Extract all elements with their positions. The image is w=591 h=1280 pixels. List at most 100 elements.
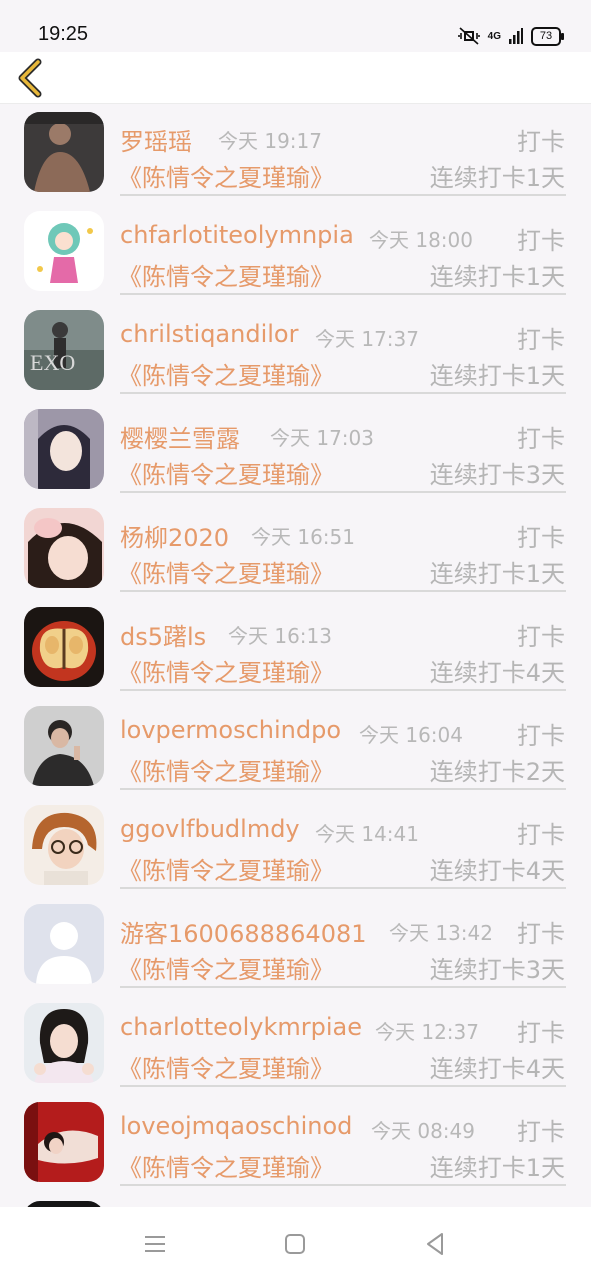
book-title[interactable]: 《陈情令之夏瑾瑜》 (118, 1148, 334, 1183)
book-title[interactable]: 《陈情令之夏瑾瑜》 (118, 455, 334, 490)
book-title[interactable]: 《陈情令之夏瑾瑜》 (118, 851, 334, 886)
list-item[interactable]: charlotteolykmrpiae 今天 12:37 打卡 《陈情令之夏瑾瑜… (0, 995, 591, 1094)
svg-text:EXO: EXO (30, 350, 75, 375)
streak-count: 连续打卡2天 (429, 758, 565, 786)
book-title[interactable]: 《陈情令之夏瑾瑜》 (118, 356, 334, 391)
streak-count: 连续打卡1天 (429, 263, 565, 291)
avatar[interactable] (24, 508, 104, 588)
streak-count: 连续打卡4天 (429, 659, 565, 687)
home-icon[interactable] (280, 1229, 310, 1259)
streak-count: 连续打卡1天 (429, 560, 565, 588)
checkin-time: 今天 08:49 (371, 1119, 475, 1143)
checkin-tag: 打卡 (517, 326, 565, 354)
avatar[interactable]: EXO (24, 310, 104, 390)
checkin-tag: 打卡 (517, 1019, 565, 1047)
user-name[interactable]: 罗瑶瑶 (120, 122, 192, 157)
status-time: 19:25 (38, 23, 89, 45)
list-item[interactable]: lovpermoschindpo 今天 16:04 打卡 《陈情令之夏瑾瑜》 连… (0, 698, 591, 797)
list-item[interactable]: chfarlotiteolymnpia 今天 18:00 打卡 《陈情令之夏瑾瑜… (0, 203, 591, 302)
avatar[interactable] (24, 211, 104, 291)
user-name[interactable]: chfarlotiteolymnpia (120, 221, 354, 249)
divider (120, 293, 566, 295)
checkin-time: 今天 14:41 (315, 822, 419, 846)
avatar[interactable] (24, 904, 104, 984)
book-title[interactable]: 《陈情令之夏瑾瑜》 (118, 752, 334, 787)
checkin-time: 今天 12:37 (375, 1020, 479, 1044)
checkin-tag: 打卡 (517, 920, 565, 948)
list-item[interactable]: ggovlfbudlmdy 今天 14:41 打卡 《陈情令之夏瑾瑜》 连续打卡… (0, 797, 591, 896)
list-item[interactable]: ds5躇ls 今天 16:13 打卡 《陈情令之夏瑾瑜》 连续打卡4天 (0, 599, 591, 698)
book-title[interactable]: 《陈情令之夏瑾瑜》 (118, 554, 334, 589)
list-item[interactable]: loveojmqaoschinod 今天 08:49 打卡 《陈情令之夏瑾瑜》 … (0, 1094, 591, 1193)
checkin-time: 今天 16:51 (251, 525, 355, 549)
streak-count: 连续打卡1天 (429, 362, 565, 390)
divider (120, 392, 566, 394)
checkin-tag: 打卡 (517, 524, 565, 552)
checkin-list[interactable]: 罗瑶瑶 今天 19:17 打卡 《陈情令之夏瑾瑜》 连续打卡1天 chfarlo… (0, 104, 591, 1207)
book-title[interactable]: 《陈情令之夏瑾瑜》 (118, 257, 334, 292)
user-name[interactable]: charlotteolykmrpiae (120, 1013, 362, 1041)
streak-count: 连续打卡1天 (429, 164, 565, 192)
divider (120, 1184, 566, 1186)
divider (120, 788, 566, 790)
checkin-time: 今天 16:04 (359, 723, 463, 747)
list-item[interactable]: 樱樱兰雪露 今天 17:03 打卡 《陈情令之夏瑾瑜》 连续打卡3天 (0, 401, 591, 500)
avatar[interactable] (24, 805, 104, 885)
checkin-time: 今天 17:03 (270, 426, 374, 450)
streak-count: 连续打卡1天 (429, 1154, 565, 1182)
checkin-time: 今天 19:17 (218, 129, 322, 153)
checkin-time: 今天 18:00 (369, 228, 473, 252)
checkin-time: 今天 13:42 (389, 921, 493, 945)
list-item[interactable]: 杨柳2020 今天 16:51 打卡 《陈情令之夏瑾瑜》 连续打卡1天 (0, 500, 591, 599)
divider (120, 194, 566, 196)
checkin-tag: 打卡 (517, 821, 565, 849)
avatar[interactable] (24, 1102, 104, 1182)
book-title[interactable]: 《陈情令之夏瑾瑜》 (118, 1049, 334, 1084)
streak-count: 连续打卡4天 (429, 857, 565, 885)
divider (120, 1085, 566, 1087)
avatar[interactable] (24, 112, 104, 192)
checkin-tag: 打卡 (517, 425, 565, 453)
back-arrow-icon (18, 58, 42, 98)
user-name[interactable]: 游客1600688864081 (120, 914, 367, 949)
avatar[interactable] (24, 409, 104, 489)
user-name[interactable]: ggovlfbudlmdy (120, 815, 300, 843)
status-icons: 4G 73 (457, 24, 564, 48)
divider (120, 590, 566, 592)
checkin-tag: 打卡 (517, 128, 565, 156)
checkin-time: 今天 17:37 (315, 327, 419, 351)
user-name[interactable]: 樱樱兰雪露 (120, 419, 240, 454)
user-name[interactable]: loveojmqaoschinod (120, 1112, 352, 1140)
divider (120, 689, 566, 691)
list-item[interactable]: EXO chrilstiqandilor 今天 17:37 打卡 《陈情令之夏瑾… (0, 302, 591, 401)
user-name[interactable]: ds5躇ls (120, 617, 206, 652)
mute-vibrate-icon (457, 27, 480, 45)
header-bar (0, 52, 591, 104)
signal-icon (509, 28, 523, 44)
avatar[interactable] (24, 607, 104, 687)
divider (120, 491, 566, 493)
back-nav-icon[interactable] (420, 1229, 450, 1259)
user-name[interactable]: lovpermoschindpo (120, 716, 341, 744)
system-navigation-bar (0, 1207, 591, 1280)
avatar[interactable] (24, 1003, 104, 1083)
streak-count: 连续打卡3天 (429, 956, 565, 984)
network-type: 4G (487, 30, 501, 42)
avatar[interactable] (24, 706, 104, 786)
user-name[interactable]: 杨柳2020 (120, 518, 229, 553)
battery-icon: 73 (531, 26, 564, 46)
list-item[interactable] (0, 1193, 591, 1207)
back-button[interactable] (10, 58, 54, 98)
list-item[interactable]: 罗瑶瑶 今天 19:17 打卡 《陈情令之夏瑾瑜》 连续打卡1天 (0, 104, 591, 203)
book-title[interactable]: 《陈情令之夏瑾瑜》 (118, 653, 334, 688)
menu-icon[interactable] (140, 1229, 170, 1259)
book-title[interactable]: 《陈情令之夏瑾瑜》 (118, 950, 334, 985)
user-name[interactable]: chrilstiqandilor (120, 320, 298, 348)
checkin-tag: 打卡 (517, 227, 565, 255)
status-bar: 19:25 4G 73 (0, 0, 591, 52)
list-item[interactable]: 游客1600688864081 今天 13:42 打卡 《陈情令之夏瑾瑜》 连续… (0, 896, 591, 995)
checkin-tag: 打卡 (517, 1118, 565, 1146)
book-title[interactable]: 《陈情令之夏瑾瑜》 (118, 158, 334, 193)
divider (120, 887, 566, 889)
divider (120, 986, 566, 988)
